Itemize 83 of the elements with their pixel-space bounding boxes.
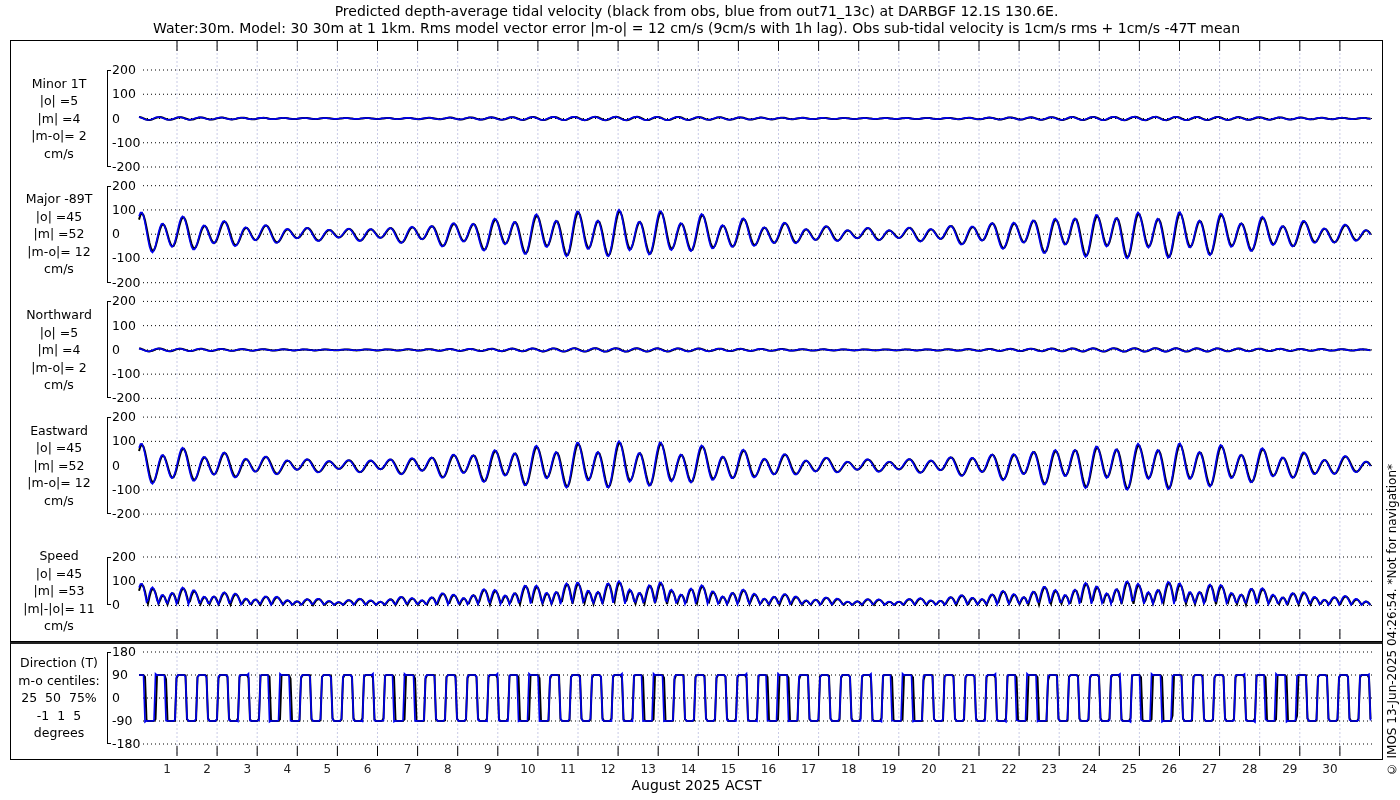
x-tick-label: 12 bbox=[600, 762, 616, 776]
panel-label: |m| =52 bbox=[33, 225, 85, 243]
chart-title: Predicted depth-average tidal velocity (black from obs, blue from out71_13c) at DARBGF 12.1S 130.6E. bbox=[334, 3, 1059, 20]
axis-tick-label: 0 bbox=[112, 690, 121, 706]
panel-label: |m| =53 bbox=[33, 582, 85, 600]
panel-label: |m-o|= 2 bbox=[31, 358, 87, 377]
panel-label: Northward bbox=[26, 306, 92, 324]
x-tick-label: 14 bbox=[680, 762, 696, 776]
panel-label: |m| =52 bbox=[33, 456, 85, 475]
x-tick-label: 2 bbox=[203, 762, 211, 776]
panel-label: Minor 1T bbox=[31, 74, 87, 93]
panel-label: |o| =5 bbox=[39, 92, 79, 110]
x-tick-label: 17 bbox=[800, 762, 817, 776]
x-tick-label: 22 bbox=[1001, 762, 1017, 776]
panel-label: |o| =45 bbox=[35, 439, 83, 457]
panel-label: Eastward bbox=[30, 421, 88, 440]
x-tick-label: 3 bbox=[243, 762, 251, 776]
axis-tick-label: 200 bbox=[112, 62, 136, 78]
panel-label: degrees bbox=[33, 724, 85, 742]
axis-tick-label: 200 bbox=[112, 409, 136, 426]
panel-label: Direction (T) bbox=[20, 654, 98, 672]
x-tick-label: 15 bbox=[720, 762, 737, 776]
x-tick-label: 4 bbox=[283, 762, 292, 776]
x-tick-label: 10 bbox=[520, 762, 536, 776]
panel-label: m-o centiles: bbox=[18, 671, 100, 690]
x-tick-label: 13 bbox=[640, 762, 656, 776]
copyright-notice: © IMOS 13-Jun-2025 04:26:54. *Not for navigation* bbox=[1384, 463, 1399, 776]
panel-label: |m|-|o|= 11 bbox=[23, 599, 95, 618]
x-tick-label: 26 bbox=[1161, 762, 1178, 776]
axis-tick-label: 200 bbox=[112, 177, 136, 194]
panel-label: Speed bbox=[39, 547, 79, 565]
panel-label: |m-o|= 2 bbox=[31, 127, 87, 145]
x-tick-label: 6 bbox=[363, 762, 372, 776]
chart-title: Water:30m. Model: 30 30m at 1 1km. Rms model vector error |m-o| = 12 cm/s (9cm/s with 1h lag). Obs sub-tidal velocity is 1cm/s rms + 1cm/s -47T mean bbox=[152, 20, 1241, 37]
panel-label: |m| =4 bbox=[37, 109, 81, 128]
axis-tick-label: 0 bbox=[112, 597, 121, 614]
x-tick-label: 5 bbox=[323, 762, 332, 776]
x-tick-label: 25 bbox=[1121, 762, 1138, 776]
axis-tick-label: -90 bbox=[112, 713, 134, 729]
x-tick-label: 20 bbox=[921, 762, 937, 776]
axis-tick-label: 100 bbox=[112, 317, 136, 334]
panel-label: Major -89T bbox=[25, 190, 93, 208]
panel-label: |m-o|= 12 bbox=[27, 242, 91, 261]
axis-tick-label: 180 bbox=[112, 644, 136, 660]
axis-tick-label: 0 bbox=[112, 341, 121, 358]
x-tick-label: 1 bbox=[163, 762, 171, 776]
panel-label: |m| =4 bbox=[37, 341, 81, 359]
x-tick-label: 9 bbox=[484, 762, 492, 776]
panel-label: cm/s bbox=[44, 260, 74, 278]
axis-tick-label: 200 bbox=[112, 293, 136, 310]
panel-label: |m-o|= 12 bbox=[27, 474, 91, 492]
axis-tick-label: 100 bbox=[112, 573, 136, 590]
panel-label: cm/s bbox=[44, 491, 74, 510]
axis-tick-label: 100 bbox=[112, 86, 136, 103]
x-tick-label: 8 bbox=[443, 762, 452, 776]
panel-label: cm/s bbox=[44, 376, 74, 394]
x-tick-label: 30 bbox=[1322, 762, 1338, 776]
x-tick-label: 7 bbox=[403, 762, 412, 776]
x-tick-label: 24 bbox=[1081, 762, 1097, 776]
x-tick-label: 11 bbox=[560, 762, 576, 776]
panel-label: |o| =5 bbox=[39, 323, 79, 342]
panel-label: |o| =45 bbox=[35, 207, 83, 226]
x-tick-label: 19 bbox=[881, 762, 897, 776]
x-tick-label: 23 bbox=[1041, 762, 1057, 776]
x-tick-label: 18 bbox=[841, 762, 857, 776]
x-axis-label: August 2025 ACST bbox=[630, 777, 763, 794]
panel-label: |o| =45 bbox=[35, 564, 83, 583]
axis-tick-label: 90 bbox=[112, 667, 129, 683]
axis-tick-label: 100 bbox=[112, 201, 136, 218]
axis-tick-label: 0 bbox=[112, 226, 121, 243]
panel-label: -1 1 5 bbox=[36, 706, 82, 725]
x-tick-label: 27 bbox=[1201, 762, 1218, 776]
x-tick-label: 16 bbox=[760, 762, 777, 776]
x-tick-label: 29 bbox=[1282, 762, 1298, 776]
axis-tick-label: 0 bbox=[112, 110, 121, 127]
axis-tick-label: 0 bbox=[112, 457, 121, 474]
panel-label: cm/s bbox=[44, 617, 74, 635]
panel-label: 25 50 75% bbox=[21, 689, 97, 707]
axis-tick-label: 200 bbox=[112, 548, 136, 565]
panel-label: cm/s bbox=[44, 144, 74, 163]
x-tick-label: 28 bbox=[1242, 762, 1258, 776]
axis-tick-label: 100 bbox=[112, 433, 136, 450]
x-tick-label: 21 bbox=[961, 762, 977, 776]
